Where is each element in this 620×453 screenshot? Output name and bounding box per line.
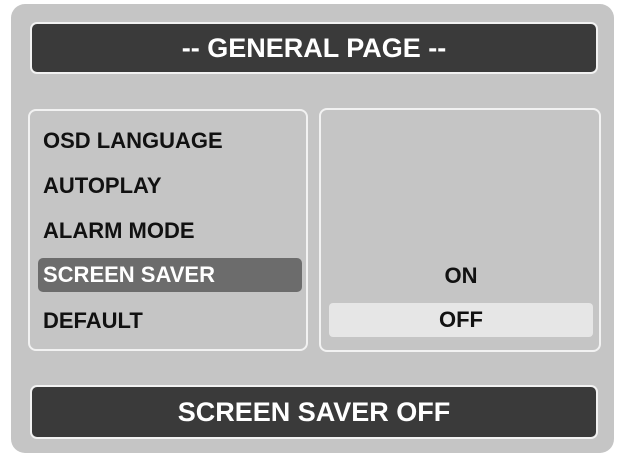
status-bar: SCREEN SAVER OFF (30, 385, 598, 439)
menu-item-default[interactable]: DEFAULT (38, 304, 302, 338)
option-on[interactable]: ON (329, 259, 593, 293)
option-list: ON OFF (319, 108, 601, 352)
menu-item-autoplay[interactable]: AUTOPLAY (38, 169, 302, 203)
menu-item-screen-saver[interactable]: SCREEN SAVER (38, 258, 302, 292)
osd-panel: -- GENERAL PAGE -- OSD LANGUAGE AUTOPLAY… (11, 4, 614, 453)
menu-item-alarm-mode[interactable]: ALARM MODE (38, 214, 302, 248)
option-off[interactable]: OFF (329, 303, 593, 337)
menu-list: OSD LANGUAGE AUTOPLAY ALARM MODE SCREEN … (28, 109, 308, 351)
page-title: -- GENERAL PAGE -- (30, 22, 598, 74)
menu-item-osd-language[interactable]: OSD LANGUAGE (38, 124, 302, 158)
